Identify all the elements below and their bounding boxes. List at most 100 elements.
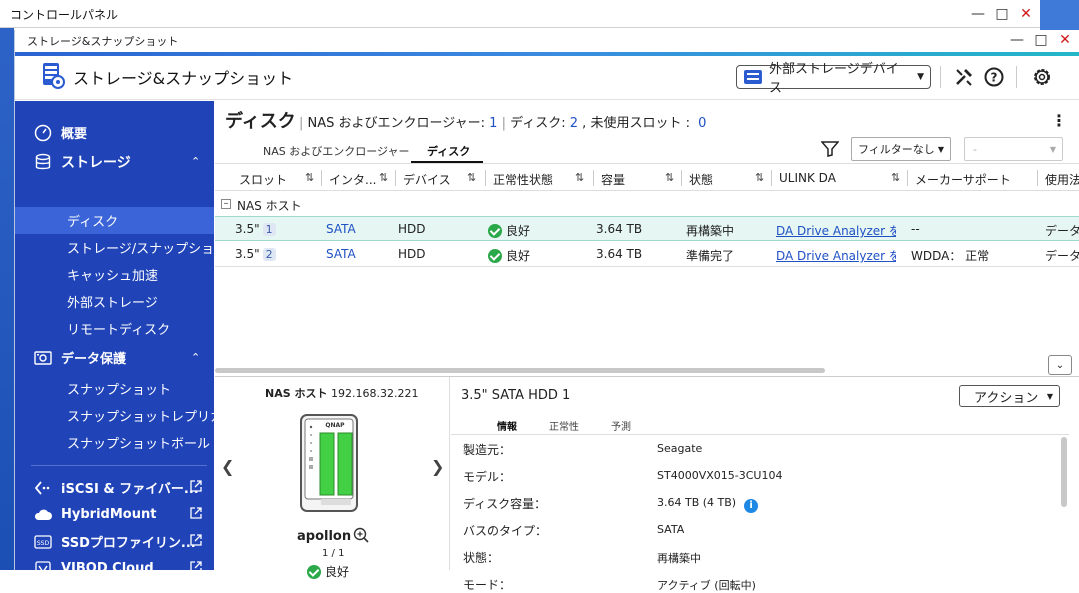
- sidebar-item-disk[interactable]: ディスク: [15, 207, 214, 234]
- sort-icon[interactable]: ⇅: [379, 171, 388, 184]
- column-divider: [593, 170, 594, 186]
- filter-icon[interactable]: [820, 141, 840, 160]
- sidebar-item-storage-snapshot[interactable]: ストレージ/スナップショ...: [15, 234, 227, 261]
- vertical-scrollbar[interactable]: [1061, 437, 1067, 507]
- filter-value: フィルターなし: [858, 143, 935, 156]
- tab-disk[interactable]: ディスク: [427, 143, 470, 159]
- filter-secondary-select[interactable]: - ▼: [964, 137, 1063, 161]
- cell-slot: 3.5" 2: [235, 247, 276, 261]
- column-header-slot[interactable]: スロット: [239, 171, 287, 188]
- sidebar: 概要 ストレージ ⌃ ディスク ストレージ/スナップショ... キャッシュ加速 …: [15, 101, 227, 577]
- nas-panel: NAS ホスト 192.168.32.221 ❮ ❯ QNAP apollon: [215, 377, 450, 579]
- column-header-support[interactable]: メーカーサポート: [915, 171, 1011, 188]
- zoom-in-icon[interactable]: [353, 527, 369, 546]
- external-link-icon[interactable]: [189, 560, 203, 578]
- help-icon[interactable]: ?: [983, 66, 1005, 88]
- sidebar-item-storage[interactable]: ストレージ ⌃: [15, 148, 214, 175]
- cell-interface: SATA: [326, 247, 356, 261]
- column-header-interface[interactable]: インタ...: [329, 171, 376, 188]
- svg-text:SSD: SSD: [37, 540, 50, 547]
- storage-logo-icon: [43, 63, 65, 89]
- sidebar-item-remote-disk[interactable]: リモートディスク: [15, 315, 214, 342]
- collapse-panel-button[interactable]: ⌄: [1048, 355, 1072, 375]
- external-link-icon[interactable]: [189, 506, 203, 524]
- comma: ,: [582, 116, 587, 131]
- minimize-icon[interactable]: —: [966, 4, 990, 24]
- sidebar-item-external-storage[interactable]: 外部ストレージ: [15, 288, 214, 315]
- sort-icon[interactable]: ⇅: [665, 171, 674, 184]
- sidebar-item-hybridmount[interactable]: HybridMount: [15, 501, 214, 528]
- prop-value: 3.64 TB (4 TB): [657, 496, 737, 509]
- nas-status: 良好: [307, 563, 349, 580]
- more-options-icon[interactable]: ⋮: [1051, 111, 1067, 130]
- sort-icon[interactable]: ⇅: [467, 171, 476, 184]
- enclosure-count: 1: [489, 116, 498, 131]
- sort-icon[interactable]: ⇅: [891, 171, 900, 184]
- ulink-link[interactable]: DA Drive Analyzer を...: [776, 247, 896, 264]
- sidebar-item-overview[interactable]: 概要: [15, 119, 214, 146]
- nas-name: apollon: [297, 529, 352, 544]
- column-header-usage[interactable]: 使用法: [1045, 171, 1079, 188]
- action-button[interactable]: アクション ▼: [959, 385, 1060, 407]
- column-header-status[interactable]: 状態: [689, 171, 713, 188]
- filter-select[interactable]: フィルターなし ▼: [851, 137, 951, 161]
- tab-info[interactable]: 情報: [497, 418, 517, 433]
- table-row[interactable]: 3.5" 2 SATA HDD 良好 3.64 TB 準備完了 DA Drive …: [215, 242, 1079, 267]
- sidebar-item-cache[interactable]: キャッシュ加速: [15, 261, 214, 288]
- chevron-right-icon[interactable]: ❯: [431, 457, 444, 476]
- sidebar-item-snapshot-vault[interactable]: スナップショットボールト: [15, 429, 223, 456]
- sidebar-item-label: 外部ストレージ: [67, 296, 158, 311]
- prop-value: SATA: [657, 523, 685, 536]
- chevron-left-icon[interactable]: ❮: [221, 457, 234, 476]
- tab-nas-enclosure[interactable]: NAS およびエンクロージャー: [263, 143, 409, 159]
- external-link-icon[interactable]: [189, 533, 203, 551]
- collapse-toggle-icon[interactable]: –: [221, 199, 231, 209]
- sort-icon[interactable]: ⇅: [755, 171, 764, 184]
- sort-icon[interactable]: ⇅: [575, 171, 584, 184]
- disk-table: スロット ⇅ インタ... ⇅ デバイス ⇅ 正常性状態 ⇅ 容量 ⇅ 状態 ⇅…: [215, 165, 1079, 375]
- cell-interface: SATA: [326, 222, 356, 236]
- nas-page-indicator: 1 / 1: [322, 548, 345, 559]
- close-icon[interactable]: ✕: [1014, 4, 1038, 24]
- external-device-select[interactable]: 外部ストレージデバイス ▼: [736, 62, 931, 96]
- gear-icon[interactable]: [1031, 66, 1053, 88]
- minimize-icon[interactable]: —: [1005, 30, 1029, 50]
- column-divider: [485, 170, 486, 186]
- tab-health[interactable]: 正常性: [549, 418, 579, 433]
- maximize-icon[interactable]: □: [990, 4, 1014, 24]
- enclosure-label: NAS およびエンクロージャー:: [307, 116, 486, 131]
- sort-icon[interactable]: ⇅: [305, 171, 314, 184]
- info-icon[interactable]: i: [744, 499, 759, 513]
- sidebar-item-label: HybridMount: [61, 507, 157, 522]
- sidebar-item-ssd-profiling[interactable]: SSD SSDプロファイリン...: [15, 528, 214, 555]
- sidebar-item-data-protection[interactable]: データ保護 ⌃: [15, 344, 214, 371]
- column-header-health[interactable]: 正常性状態: [493, 171, 553, 188]
- sidebar-item-snapshot-replica[interactable]: スナップショットレプリカ: [15, 402, 223, 429]
- sidebar-item-label: ディスク: [67, 215, 119, 230]
- table-row[interactable]: 3.5" 1 SATA HDD 良好 3.64 TB 再構築中 DA Drive …: [215, 216, 1079, 241]
- caret-down-icon: ▼: [917, 72, 924, 82]
- maximize-icon[interactable]: □: [1029, 30, 1053, 50]
- page-header: ディスク | NAS およびエンクロージャー: 1 | ディスク: 2 , 未使…: [215, 101, 1079, 139]
- chevron-up-icon[interactable]: ⌃: [191, 155, 200, 168]
- sidebar-item-snapshot[interactable]: スナップショット: [15, 375, 214, 402]
- ulink-link[interactable]: DA Drive Analyzer を...: [776, 222, 896, 239]
- chevron-up-icon[interactable]: ⌃: [191, 351, 200, 364]
- external-link-icon[interactable]: [189, 479, 203, 497]
- tools-icon[interactable]: [953, 66, 975, 88]
- sidebar-item-label: スナップショット: [67, 383, 172, 398]
- divider: |: [299, 116, 304, 131]
- horizontal-scrollbar[interactable]: [215, 368, 825, 373]
- column-header-capacity[interactable]: 容量: [601, 171, 625, 188]
- column-header-device[interactable]: デバイス: [403, 171, 451, 188]
- sidebar-item-iscsi[interactable]: iSCSI & ファイバー...: [15, 474, 214, 501]
- sidebar-item-label: スナップショットレプリカ: [67, 410, 224, 425]
- check-circle-icon: [307, 565, 321, 579]
- column-divider: [395, 170, 396, 186]
- close-icon[interactable]: ✕: [1053, 30, 1077, 50]
- sidebar-item-vjbod-cloud[interactable]: VJBOD Cloud: [15, 555, 214, 582]
- group-row[interactable]: – NAS ホスト: [215, 192, 1079, 216]
- tab-prediction[interactable]: 予測: [611, 418, 631, 433]
- column-header-ulink[interactable]: ULINK DA: [779, 171, 836, 185]
- disk-count: 2: [569, 116, 579, 131]
